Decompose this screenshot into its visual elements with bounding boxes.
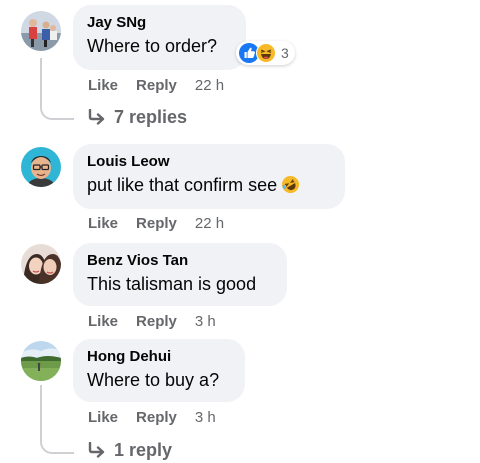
comment-timestamp[interactable]: 22 h xyxy=(195,215,224,232)
avatar[interactable] xyxy=(21,147,61,187)
reply-button[interactable]: Reply xyxy=(136,409,177,426)
reaction-summary[interactable]: 3 xyxy=(236,41,295,65)
comment-timestamp[interactable]: 3 h xyxy=(195,409,216,426)
comment-timestamp[interactable]: 3 h xyxy=(195,313,216,330)
comment-actions: Like Reply 22 h xyxy=(88,77,224,95)
comment-author[interactable]: Hong Dehui xyxy=(87,347,231,366)
reply-button[interactable]: Reply xyxy=(136,215,177,232)
like-button[interactable]: Like xyxy=(88,215,118,232)
comment-text: Where to buy a? xyxy=(87,370,220,390)
comment-timestamp[interactable]: 22 h xyxy=(195,77,224,94)
haha-icon xyxy=(256,43,276,63)
replies-count[interactable]: 7 replies xyxy=(114,107,187,127)
avatar[interactable] xyxy=(21,11,61,51)
like-button[interactable]: Like xyxy=(88,409,118,426)
like-button[interactable]: Like xyxy=(88,313,118,330)
rofl-emoji-icon xyxy=(281,175,300,200)
comment-text: This talisman is good xyxy=(87,274,257,294)
thread-connector xyxy=(40,104,74,120)
comment-bubble: Louis Leow put like that confirm see xyxy=(73,144,345,209)
view-replies-button[interactable]: 7 replies xyxy=(88,107,187,130)
comment-author[interactable]: Benz Vios Tan xyxy=(87,251,273,270)
comment-bubble: Benz Vios Tan This talisman is good xyxy=(73,243,287,306)
view-replies-button[interactable]: 1 reply xyxy=(88,440,172,463)
avatar[interactable] xyxy=(21,244,61,284)
comment-author[interactable]: Jay SNg xyxy=(87,13,232,32)
thread-line xyxy=(40,385,42,442)
reaction-count: 3 xyxy=(281,45,289,61)
comment-bubble: Hong Dehui Where to buy a? xyxy=(73,339,245,402)
comment-author[interactable]: Louis Leow xyxy=(87,152,331,171)
comment-actions: Like Reply 22 h xyxy=(88,215,224,233)
comment-actions: Like Reply 3 h xyxy=(88,313,216,331)
comment-bubble: Jay SNg Where to order? xyxy=(73,5,246,70)
reply-button[interactable]: Reply xyxy=(136,77,177,94)
comment-text-content: put like that confirm see xyxy=(87,175,278,195)
reply-button[interactable]: Reply xyxy=(136,313,177,330)
reply-arrow-icon xyxy=(88,441,106,463)
comment-actions: Like Reply 3 h xyxy=(88,409,216,427)
avatar[interactable] xyxy=(21,341,61,381)
comment-text: Where to order? xyxy=(87,36,218,56)
thread-connector xyxy=(40,438,74,454)
like-button[interactable]: Like xyxy=(88,77,118,94)
reply-arrow-icon xyxy=(88,108,106,130)
comment-text: put like that confirm see xyxy=(87,173,331,200)
thread-line xyxy=(40,58,42,108)
replies-count[interactable]: 1 reply xyxy=(114,440,172,460)
